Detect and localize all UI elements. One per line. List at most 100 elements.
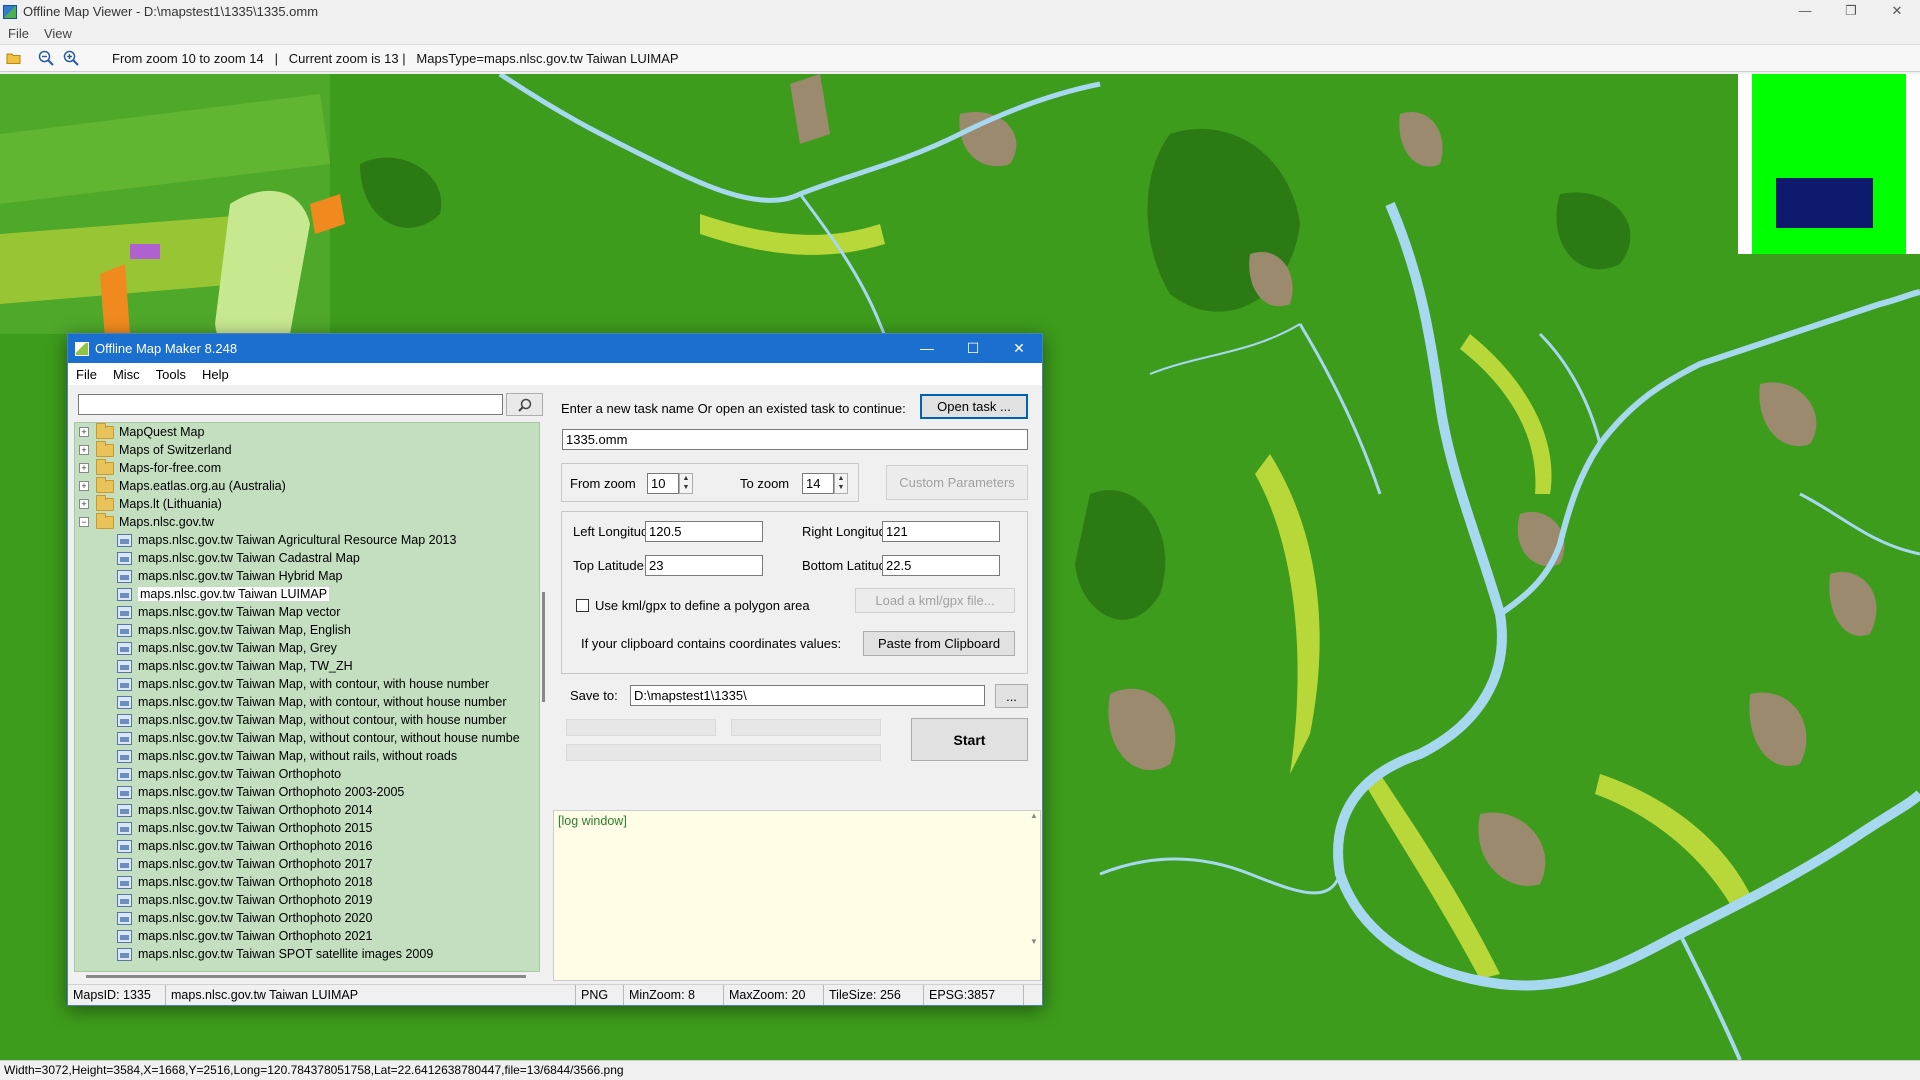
dialog-title-bar: Offline Map Maker 8.248 — ☐ ✕ [68, 334, 1042, 363]
tree-scroll-thumb[interactable] [542, 592, 545, 702]
tree-folder[interactable]: − Maps.nlsc.gov.tw [75, 512, 539, 531]
tree-item[interactable]: maps.nlsc.gov.tw Taiwan SPOT satellite i… [75, 945, 539, 963]
tree-expander-icon[interactable]: + [79, 463, 89, 473]
tree-item[interactable]: maps.nlsc.gov.tw Taiwan Map, without rai… [75, 747, 539, 765]
search-button[interactable] [506, 393, 543, 416]
tree-item[interactable]: maps.nlsc.gov.tw Taiwan Map vector [75, 603, 539, 621]
search-icon [517, 398, 531, 412]
tree-folder-label: Maps.eatlas.org.au (Australia) [119, 479, 286, 493]
menu-file[interactable]: File [8, 26, 29, 41]
dialog-menu-help[interactable]: Help [202, 367, 229, 382]
tree-item-label: maps.nlsc.gov.tw Taiwan Orthophoto 2016 [138, 839, 373, 853]
tree-expander-icon[interactable]: + [79, 499, 89, 509]
minimize-button[interactable]: — [1782, 0, 1828, 23]
tree-item[interactable]: maps.nlsc.gov.tw Taiwan Map, Grey [75, 639, 539, 657]
kml-polygon-checkbox[interactable] [576, 599, 589, 612]
tree-item[interactable]: maps.nlsc.gov.tw Taiwan Cadastral Map [75, 549, 539, 567]
dialog-close-button[interactable]: ✕ [996, 334, 1042, 363]
tree-expander-icon[interactable]: − [79, 517, 89, 527]
tree-item[interactable]: maps.nlsc.gov.tw Taiwan Map, without con… [75, 729, 539, 747]
tree-folder[interactable]: + Maps.eatlas.org.au (Australia) [75, 476, 539, 495]
tree-item-label: maps.nlsc.gov.tw Taiwan Orthophoto 2015 [138, 821, 373, 835]
tree-item-label: maps.nlsc.gov.tw Taiwan Orthophoto 2018 [138, 875, 373, 889]
paste-from-clipboard-button[interactable]: Paste from Clipboard [863, 631, 1015, 656]
map-layer-icon [117, 893, 132, 907]
tree-item[interactable]: maps.nlsc.gov.tw Taiwan Hybrid Map [75, 567, 539, 585]
tree-item[interactable]: maps.nlsc.gov.tw Taiwan Orthophoto 2018 [75, 873, 539, 891]
save-path-input[interactable]: D:\mapstest1\1335\ [630, 685, 985, 706]
tree-item-label: maps.nlsc.gov.tw Taiwan Orthophoto 2017 [138, 857, 373, 871]
map-layer-icon [117, 821, 132, 835]
tree-vertical-scrollbar[interactable] [540, 422, 546, 972]
tree-item[interactable]: maps.nlsc.gov.tw Taiwan Orthophoto 2014 [75, 801, 539, 819]
tree-item[interactable]: maps.nlsc.gov.tw Taiwan Orthophoto [75, 765, 539, 783]
tree-item[interactable]: maps.nlsc.gov.tw Taiwan Orthophoto 2020 [75, 909, 539, 927]
tree-item[interactable]: maps.nlsc.gov.tw Taiwan Agricultural Res… [75, 531, 539, 549]
tree-item[interactable]: maps.nlsc.gov.tw Taiwan Orthophoto 2019 [75, 891, 539, 909]
map-layer-icon [117, 875, 132, 889]
tree-horizontal-scrollbar[interactable] [86, 975, 526, 978]
from-zoom-input[interactable]: 10 [647, 473, 679, 494]
map-layer-icon [117, 695, 132, 709]
right-longitude-input[interactable]: 121 [882, 521, 1000, 542]
tree-item[interactable]: maps.nlsc.gov.tw Taiwan Map, without con… [75, 711, 539, 729]
map-search-input[interactable] [78, 394, 503, 415]
tree-folder-label: Maps of Switzerland [119, 443, 232, 457]
to-zoom-input[interactable]: 14 [802, 473, 834, 494]
folder-open-icon[interactable] [3, 47, 25, 69]
tree-item[interactable]: maps.nlsc.gov.tw Taiwan Orthophoto 2021 [75, 927, 539, 945]
start-button[interactable]: Start [911, 718, 1028, 761]
dialog-minimize-button[interactable]: — [904, 334, 950, 363]
dialog-menu-tools[interactable]: Tools [156, 367, 186, 382]
tree-item[interactable]: maps.nlsc.gov.tw Taiwan Orthophoto 2015 [75, 819, 539, 837]
minimap[interactable] [1738, 74, 1920, 254]
custom-parameters-button[interactable]: Custom Parameters [886, 465, 1028, 500]
tree-item[interactable]: maps.nlsc.gov.tw Taiwan Orthophoto 2016 [75, 837, 539, 855]
task-name-input[interactable]: 1335.omm [562, 429, 1028, 450]
browse-folder-button[interactable]: ... [995, 684, 1028, 708]
window-title: Offline Map Viewer - D:\mapstest1\1335\1… [23, 4, 319, 19]
tree-folder[interactable]: + Maps.lt (Lithuania) [75, 494, 539, 513]
load-kml-button[interactable]: Load a kml/gpx file... [855, 588, 1015, 613]
bottom-latitude-input[interactable]: 22.5 [882, 555, 1000, 576]
task-prompt-label: Enter a new task name Or open an existed… [561, 401, 906, 416]
tree-item-label: maps.nlsc.gov.tw Taiwan Map, without con… [138, 731, 520, 745]
dialog-maximize-button[interactable]: ☐ [950, 334, 996, 363]
log-scrollbar[interactable]: ▲ ▼ [1028, 811, 1040, 982]
tree-item-label: maps.nlsc.gov.tw Taiwan Cadastral Map [138, 551, 360, 565]
to-zoom-spinner[interactable]: ▲ ▼ [834, 473, 848, 494]
zoom-in-icon[interactable] [60, 47, 82, 69]
tree-item[interactable]: maps.nlsc.gov.tw Taiwan Orthophoto 2017 [75, 855, 539, 873]
dialog-menu-file[interactable]: File [76, 367, 97, 382]
tree-item[interactable]: maps.nlsc.gov.tw Taiwan Map, with contou… [75, 675, 539, 693]
minimap-viewport[interactable] [1776, 178, 1873, 228]
app-icon [3, 4, 17, 19]
tree-item[interactable]: maps.nlsc.gov.tw Taiwan Orthophoto 2003-… [75, 783, 539, 801]
tree-expander-icon[interactable]: + [79, 445, 89, 455]
close-button[interactable]: ✕ [1874, 0, 1920, 23]
tree-expander-icon[interactable]: + [79, 427, 89, 437]
restore-button[interactable]: ❐ [1828, 0, 1874, 23]
tree-item[interactable]: maps.nlsc.gov.tw Taiwan Map, English [75, 621, 539, 639]
dialog-menu-misc[interactable]: Misc [113, 367, 140, 382]
zoom-out-icon[interactable] [35, 47, 57, 69]
map-type-tree[interactable]: + MapQuest Map + Maps of Switzerland + Maps-f… [74, 422, 540, 972]
tree-item[interactable]: maps.nlsc.gov.tw Taiwan Map, with contou… [75, 693, 539, 711]
from-zoom-spinner[interactable]: ▲ ▼ [679, 473, 693, 494]
tree-expander-icon[interactable]: + [79, 481, 89, 491]
tree-item[interactable]: maps.nlsc.gov.tw Taiwan LUIMAP [75, 585, 539, 603]
status-map-name: maps.nlsc.gov.tw Taiwan LUIMAP [166, 985, 576, 1005]
open-task-button[interactable]: Open task ... [920, 394, 1028, 419]
top-latitude-input[interactable]: 23 [645, 555, 763, 576]
tree-item-label: maps.nlsc.gov.tw Taiwan Map, without rai… [138, 749, 458, 763]
left-longitude-input[interactable]: 120.5 [645, 521, 763, 542]
map-layer-icon [117, 947, 132, 961]
map-layer-icon [117, 929, 132, 943]
tree-folder[interactable]: + Maps-for-free.com [75, 458, 539, 477]
tree-folder[interactable]: + MapQuest Map [75, 423, 539, 441]
from-zoom-label: From zoom [570, 476, 636, 491]
tree-item[interactable]: maps.nlsc.gov.tw Taiwan Map, TW_ZH [75, 657, 539, 675]
menu-view[interactable]: View [44, 26, 72, 41]
tree-folder[interactable]: + Maps of Switzerland [75, 440, 539, 459]
log-window[interactable]: [log window] ▲ ▼ [553, 810, 1041, 981]
